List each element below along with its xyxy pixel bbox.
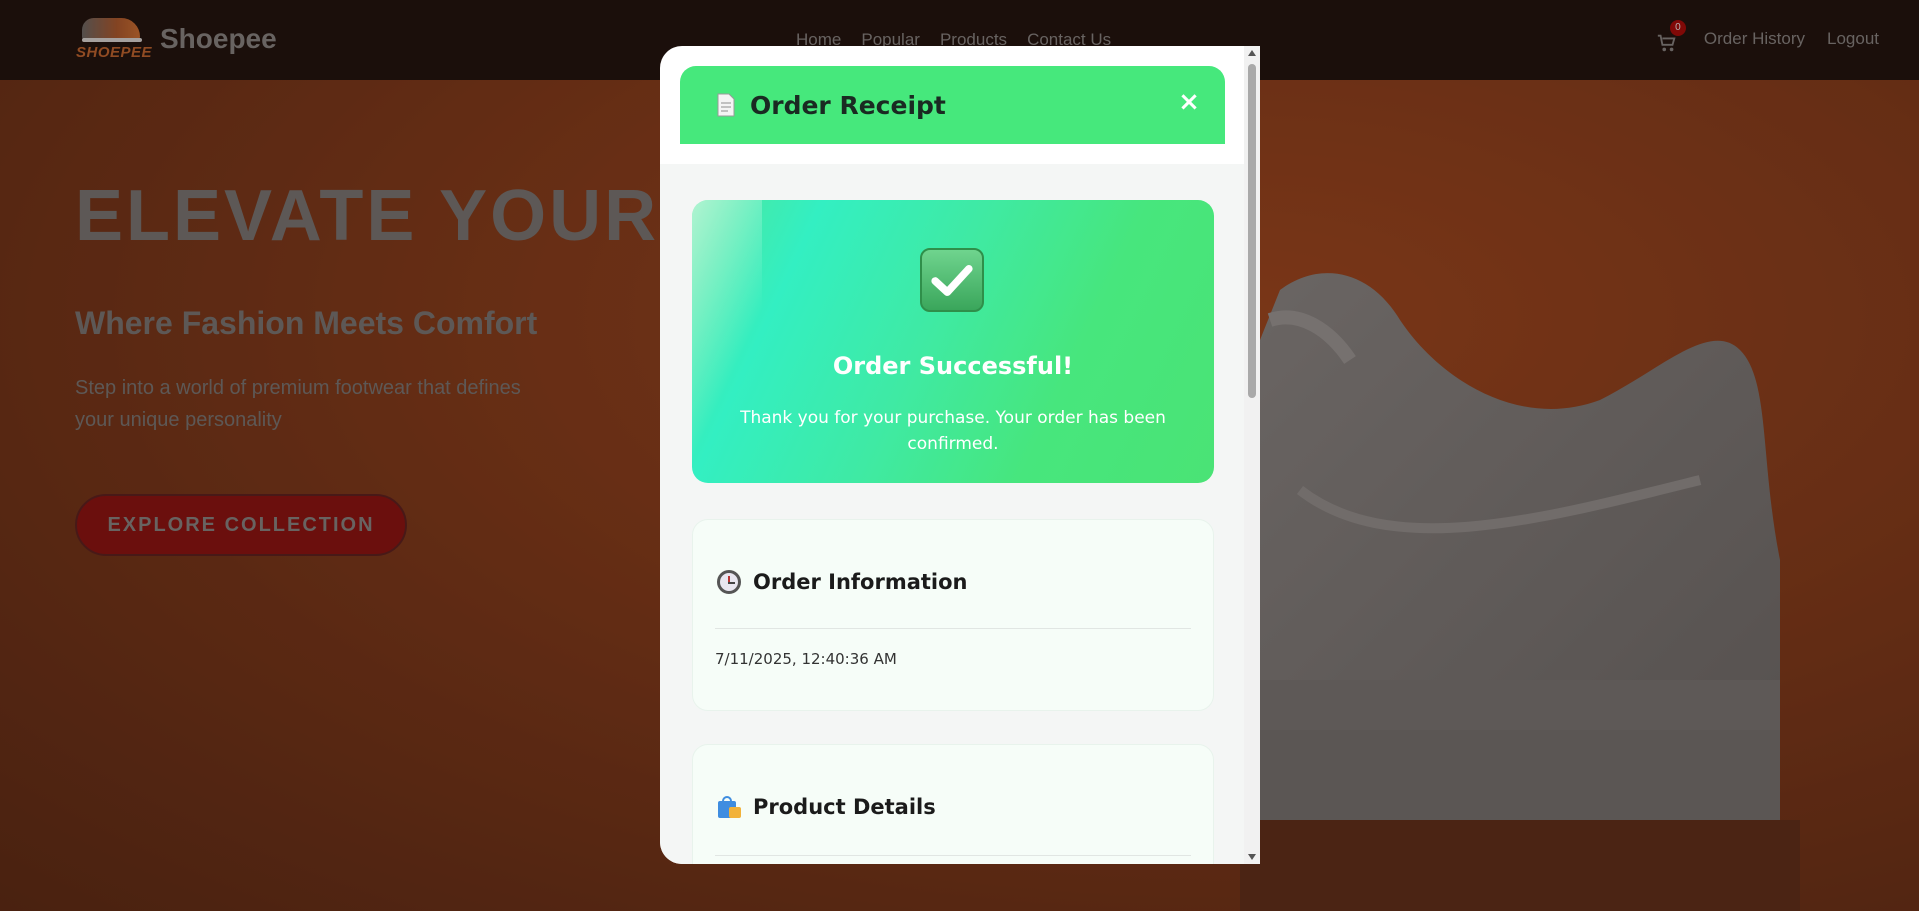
modal-body: Order Successful! Thank you for your pur…	[660, 164, 1244, 864]
modal-scrollbar[interactable]	[1244, 46, 1260, 864]
scroll-up-arrow-icon[interactable]	[1248, 50, 1256, 56]
shopping-bag-icon	[717, 795, 741, 819]
product-details-card: Product Details	[692, 744, 1214, 864]
scrollbar-thumb[interactable]	[1248, 64, 1256, 398]
order-information-title: Order Information	[753, 570, 968, 594]
modal-header: Order Receipt ×	[680, 66, 1225, 144]
order-information-card: Order Information 7/11/2025, 12:40:36 AM	[692, 519, 1214, 711]
clock-icon	[717, 570, 741, 594]
success-title: Order Successful!	[832, 352, 1074, 380]
order-datetime: 7/11/2025, 12:40:36 AM	[715, 650, 897, 668]
divider	[715, 855, 1191, 856]
success-message: Thank you for your purchase. Your order …	[740, 408, 1166, 454]
document-icon	[717, 93, 735, 117]
close-icon[interactable]: ×	[1175, 88, 1203, 116]
check-icon	[920, 248, 984, 312]
modal-title: Order Receipt	[750, 90, 946, 120]
order-receipt-modal: Order Receipt × Order Successful! Thank …	[660, 46, 1260, 864]
order-success-card: Order Successful! Thank you for your pur…	[692, 200, 1214, 483]
scroll-down-arrow-icon[interactable]	[1248, 854, 1256, 860]
product-details-title: Product Details	[753, 795, 936, 819]
divider	[715, 628, 1191, 629]
